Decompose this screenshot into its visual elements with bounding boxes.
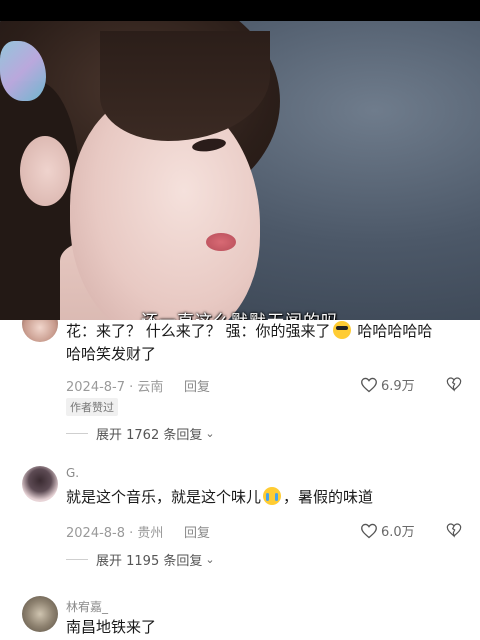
comment-date: 2024-8-8 · 贵州 — [66, 526, 164, 541]
sunglasses-emoji-icon — [332, 321, 351, 339]
avatar[interactable] — [22, 466, 58, 502]
comment-text-part: ，暑假的味道 — [283, 488, 374, 506]
comment-text: 花：来了？ 什么来了？ 强：你的强来了 哈哈哈哈哈 哈哈笑发财了 — [66, 320, 466, 366]
comment-date: 2024-8-7 · 云南 — [66, 380, 164, 395]
comment-username[interactable]: 林宥嘉_ — [66, 598, 108, 615]
top-black-bar — [0, 0, 480, 21]
heart-icon — [361, 523, 377, 538]
like-button[interactable]: 6.9万 — [360, 375, 415, 394]
expand-replies-button[interactable]: 展开 1195 条回复 ⌄ — [66, 550, 215, 569]
crying-emoji-icon — [263, 487, 282, 505]
chevron-down-icon: ⌄ — [205, 553, 215, 566]
comment-text-part: 哈哈笑发财了 — [66, 345, 157, 363]
video-frame-lips — [206, 233, 236, 251]
divider-line — [66, 433, 88, 434]
expand-replies-button[interactable]: 展开 1762 条回复 ⌄ — [66, 424, 215, 443]
comment-list: 花：来了？ 什么来了？ 强：你的强来了 哈哈哈哈哈 哈哈笑发财了 2024-8-… — [0, 320, 480, 640]
video-subtitle: 还一直这么默默无闻的吗 — [0, 307, 480, 320]
reply-button[interactable]: 回复 — [184, 522, 210, 541]
heart-icon — [361, 377, 377, 392]
broken-heart-icon[interactable] — [446, 522, 462, 538]
comment-username[interactable]: G. — [66, 466, 79, 480]
expand-replies-label: 展开 1195 条回复 — [96, 554, 203, 569]
like-button[interactable]: 6.0万 — [360, 521, 415, 540]
reply-button[interactable]: 回复 — [184, 376, 210, 395]
comment-text: 南昌地铁来了 — [66, 618, 157, 636]
video-player[interactable]: 还一直这么默默无闻的吗 — [0, 21, 480, 320]
comment-meta: 2024-8-8 · 贵州 回复 — [66, 522, 210, 541]
comment-text-part: 哈哈哈哈哈 — [352, 322, 433, 340]
divider-line — [66, 559, 88, 560]
avatar[interactable] — [22, 596, 58, 632]
comment-text: 就是这个音乐，就是这个味儿 ，暑假的味道 — [66, 486, 466, 509]
comment-text-part: 就是这个音乐，就是这个味儿 — [66, 488, 262, 506]
chevron-down-icon: ⌄ — [205, 427, 215, 440]
broken-heart-icon[interactable] — [446, 376, 462, 392]
expand-replies-label: 展开 1762 条回复 — [96, 428, 203, 443]
like-count: 6.9万 — [381, 379, 415, 394]
avatar[interactable] — [22, 320, 58, 342]
video-frame-ear — [20, 136, 70, 206]
author-liked-badge: 作者赞过 — [66, 398, 118, 416]
like-count: 6.0万 — [381, 525, 415, 540]
comment-meta: 2024-8-7 · 云南 回复 — [66, 376, 210, 395]
comment-text-part: 花：来了？ 什么来了？ 强：你的强来了 — [66, 322, 331, 340]
